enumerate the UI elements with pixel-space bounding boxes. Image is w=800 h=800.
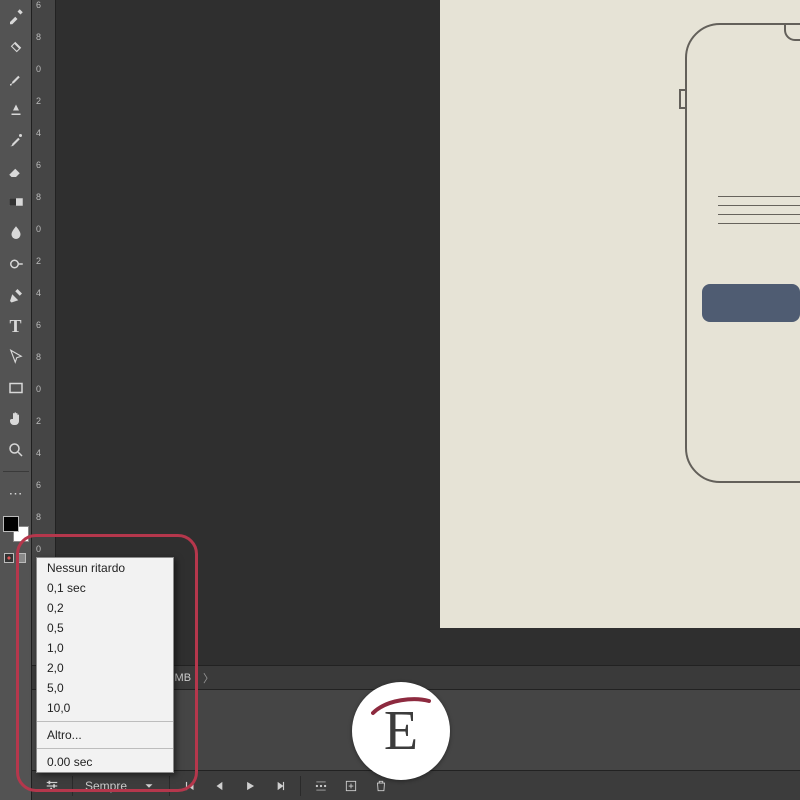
loop-menu-chevron-icon[interactable]	[139, 776, 159, 796]
ruler-mark: 0	[36, 384, 41, 394]
ruler-mark: 0	[36, 224, 41, 234]
delay-option[interactable]: 2,0	[37, 658, 173, 678]
delay-option[interactable]: 0,1 sec	[37, 578, 173, 598]
menu-separator	[37, 748, 173, 749]
history-brush-tool[interactable]	[4, 128, 28, 152]
first-frame-button[interactable]	[180, 776, 200, 796]
zoom-tool[interactable]	[4, 438, 28, 462]
toolbar-separator	[3, 471, 29, 472]
delay-option[interactable]: 1,0	[37, 638, 173, 658]
ruler-mark: 6	[36, 0, 41, 10]
next-frame-button[interactable]	[270, 776, 290, 796]
quick-mask-icon	[4, 553, 14, 563]
ruler-mark: 4	[36, 288, 41, 298]
eraser-tool[interactable]	[4, 159, 28, 183]
menu-separator	[37, 721, 173, 722]
delay-option-other[interactable]: Altro...	[37, 725, 173, 745]
ruler-mark: 6	[36, 320, 41, 330]
wireframe-button	[702, 284, 800, 322]
screen-mode-icon	[16, 553, 26, 563]
logo-badge: E	[352, 682, 450, 780]
healing-brush-tool[interactable]	[4, 35, 28, 59]
ruler-mark: 2	[36, 416, 41, 426]
new-frame-button[interactable]	[341, 776, 361, 796]
foreground-background-colors[interactable]	[3, 516, 29, 542]
ruler-mark: 4	[36, 448, 41, 458]
ruler-mark: 8	[36, 352, 41, 362]
eyedropper-tool[interactable]	[4, 4, 28, 28]
type-tool[interactable]: T	[4, 314, 28, 338]
divider	[72, 776, 73, 796]
wireframe-text-lines	[718, 196, 800, 224]
ruler-mark: 4	[36, 128, 41, 138]
ruler-mark: 2	[36, 256, 41, 266]
left-toolbar: T ⋯	[0, 0, 32, 800]
edit-toolbar-icon[interactable]: ⋯	[4, 481, 28, 505]
ruler-mark: 8	[36, 192, 41, 202]
loop-label[interactable]: Sempre	[83, 779, 129, 793]
divider	[169, 776, 170, 796]
ruler-mark: 6	[36, 160, 41, 170]
prev-frame-button[interactable]	[210, 776, 230, 796]
play-button[interactable]	[240, 776, 260, 796]
blur-tool[interactable]	[4, 221, 28, 245]
delay-current-value[interactable]: 0.00 sec	[37, 752, 173, 772]
logo-swoosh-icon	[371, 697, 431, 717]
divider	[300, 776, 301, 796]
delay-option-none[interactable]: Nessun ritardo	[37, 558, 173, 578]
ruler-mark: 0	[36, 544, 41, 554]
delay-option[interactable]: 10,0	[37, 698, 173, 718]
ruler-mark: 6	[36, 480, 41, 490]
delay-popup-menu: Nessun ritardo 0,1 sec 0,2 0,5 1,0 2,0 5…	[36, 557, 174, 773]
foreground-color-swatch[interactable]	[3, 516, 19, 532]
delay-option[interactable]: 0,5	[37, 618, 173, 638]
timeline-settings-icon[interactable]	[42, 776, 62, 796]
rectangle-tool[interactable]	[4, 376, 28, 400]
phone-outline	[680, 20, 800, 482]
dodge-tool[interactable]	[4, 252, 28, 276]
path-selection-tool[interactable]	[4, 345, 28, 369]
pen-tool[interactable]	[4, 283, 28, 307]
brush-tool[interactable]	[4, 66, 28, 90]
chevron-right-icon[interactable]: 〉	[203, 670, 214, 686]
tween-button[interactable]	[311, 776, 331, 796]
quick-mask-toggle[interactable]	[4, 553, 28, 567]
ruler-mark: 8	[36, 512, 41, 522]
delay-option[interactable]: 5,0	[37, 678, 173, 698]
ruler-mark: 0	[36, 64, 41, 74]
delay-option[interactable]: 0,2	[37, 598, 173, 618]
hand-tool[interactable]	[4, 407, 28, 431]
clone-stamp-tool[interactable]	[4, 97, 28, 121]
ruler-mark: 2	[36, 96, 41, 106]
gradient-tool[interactable]	[4, 190, 28, 214]
ruler-mark: 8	[36, 32, 41, 42]
